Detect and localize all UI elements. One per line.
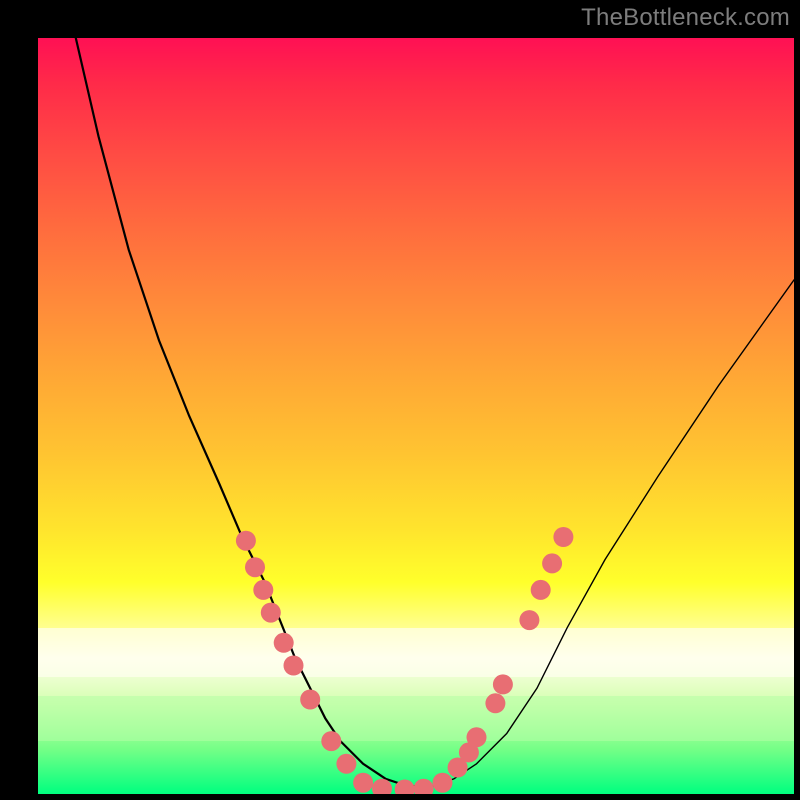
chart-svg xyxy=(38,38,794,794)
data-marker xyxy=(284,656,304,676)
chart-container: TheBottleneck.com xyxy=(0,0,800,800)
data-marker xyxy=(300,690,320,710)
watermark-text: TheBottleneck.com xyxy=(581,4,790,32)
data-marker xyxy=(336,754,356,774)
data-marker xyxy=(321,731,341,751)
data-marker xyxy=(542,553,562,573)
markers-group xyxy=(236,527,574,794)
data-marker xyxy=(253,580,273,600)
data-marker xyxy=(467,727,487,747)
data-marker xyxy=(414,779,434,794)
data-marker xyxy=(353,773,373,793)
data-marker xyxy=(261,603,281,623)
data-marker xyxy=(395,780,415,795)
data-marker xyxy=(553,527,573,547)
bottleneck-curve-right xyxy=(408,280,794,787)
data-marker xyxy=(519,610,539,630)
curve-group xyxy=(76,38,794,786)
data-marker xyxy=(236,531,256,551)
bottleneck-curve-left xyxy=(76,38,431,786)
data-marker xyxy=(493,674,513,694)
data-marker xyxy=(531,580,551,600)
data-marker xyxy=(245,557,265,577)
plot-area xyxy=(38,38,794,794)
data-marker xyxy=(485,693,505,713)
data-marker xyxy=(433,773,453,793)
data-marker xyxy=(274,633,294,653)
